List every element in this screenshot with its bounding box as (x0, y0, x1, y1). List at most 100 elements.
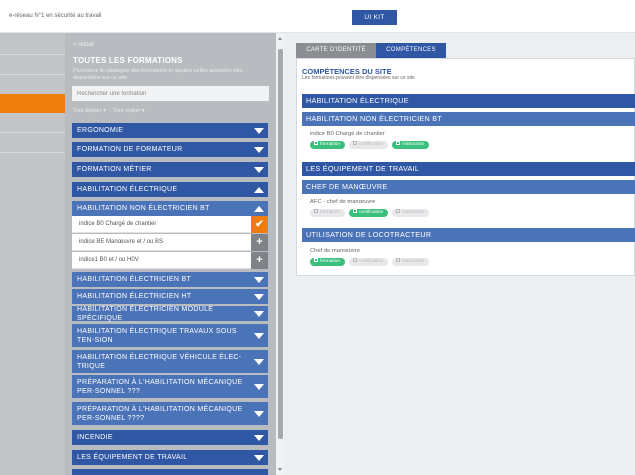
check-icon[interactable]: ✔ (251, 216, 268, 233)
scroll-thumb[interactable] (278, 49, 283, 439)
subcategory-preparation-mecanique-1[interactable]: PRÉPARATION À L'HABILITATION MÉCANIQUE P… (72, 375, 268, 398)
badge-instruction[interactable]: instruction (392, 209, 430, 217)
plus-icon[interactable]: + (251, 234, 268, 251)
category-incendie[interactable]: INCENDIE (72, 430, 268, 445)
chevron-up-icon (254, 205, 264, 212)
badge-label: certification (359, 259, 384, 264)
badge-group: formation certification instruction (310, 141, 433, 149)
badge-label: certification (359, 210, 384, 215)
badge-formation[interactable]: formation (310, 209, 345, 217)
category-label: HABILITATION ÉLECTRIQUE (77, 186, 178, 193)
category-ergonomie[interactable]: ERGONOMIE (72, 123, 268, 138)
badge-certification[interactable]: certification (349, 258, 389, 266)
chevron-down-icon (254, 276, 264, 283)
competence-name: AFC - chef de manœuvre (310, 199, 376, 205)
expand-all-link[interactable]: Tout déplier ▾ (73, 108, 106, 114)
section-subheader: UTILISATION DE LOCOTRACTEUR (302, 228, 635, 242)
tab-carte-identite[interactable]: CARTE D'IDENTITÉ (296, 43, 376, 58)
collapse-all-link[interactable]: Tout replier ▾ (113, 108, 145, 114)
badge-group: formation certification instruction (310, 258, 433, 266)
subcategory-module-specifique[interactable]: HABILITATION ÉLECTRICIEN MODULE SPÉCIFIQ… (72, 305, 268, 322)
chevron-down-icon (254, 434, 264, 441)
badge-label: certification (359, 142, 384, 147)
nav-item-active[interactable] (0, 94, 65, 113)
checkbox-icon (353, 141, 357, 146)
subcategory-electricien-bt[interactable]: HABILITATION ÉLECTRICIEN BT (72, 272, 268, 287)
section-subheader: CHEF DE MANŒUVRE (302, 180, 635, 194)
badge-formation[interactable]: formation (310, 141, 345, 149)
category-label: HABILITATION ÉLECTRIQUE TRAVAUX SOUS TEN… (77, 327, 237, 344)
catalog-title: TOUTES LES FORMATIONS (73, 56, 183, 65)
category-label: HABILITATION ÉLECTRICIEN MODULE SPÉCIFIQ… (77, 305, 214, 322)
badge-instruction[interactable]: instruction (392, 258, 430, 266)
section-header: HABILITATION ÉLECTRIQUE (302, 94, 635, 108)
competence-name: Chef de manœuvre (310, 248, 360, 254)
sort-links: Tout déplier ▾ Tout replier ▾ (73, 108, 151, 114)
checkbox-icon (314, 209, 318, 214)
nav-divider (0, 74, 65, 75)
scroll-up-icon[interactable] (278, 37, 282, 40)
chevron-down-icon (254, 293, 264, 300)
checkbox-icon (314, 141, 318, 146)
subcategory-electricien-ht[interactable]: HABILITATION ÉLECTRICIEN HT (72, 289, 268, 304)
ui-kit-button[interactable]: UI KIT (352, 10, 397, 25)
formation-label: indice1 B0 et / ou H0V (79, 257, 139, 263)
badge-formation[interactable]: formation (310, 258, 345, 266)
badge-label: instruction (402, 259, 425, 264)
tab-competences[interactable]: COMPÉTENCES (376, 43, 446, 58)
checkbox-icon (396, 141, 401, 146)
category-label: FORMATION MÉTIER (77, 166, 152, 173)
back-link[interactable]: < retour (73, 42, 94, 48)
checkbox-icon (353, 209, 357, 214)
subcategory-preparation-mecanique-2[interactable]: PRÉPARATION À L'HABILITATION MÉCANIQUE P… (72, 402, 268, 425)
formation-item[interactable]: indice BE Manœuvre et / ou BS + (72, 234, 268, 251)
category-label: INCENDIE (77, 434, 113, 441)
badge-label: formation (320, 210, 340, 215)
category-habilitation-electrique[interactable]: HABILITATION ÉLECTRIQUE (72, 182, 268, 197)
tagline: e-réseau N°1 en sécurité au travail (9, 13, 102, 19)
chevron-up-icon (254, 186, 264, 193)
category-formation-metier[interactable]: FORMATION MÉTIER (72, 162, 268, 177)
top-bar: e-réseau N°1 en sécurité au travail UI K… (0, 0, 635, 33)
competence-name: indice B0 Chargé de chantier (310, 131, 385, 137)
category-label: LES ÉQUIPEMENT DE TRAVAIL (77, 454, 188, 461)
scrollbar[interactable] (276, 33, 285, 475)
section-header: LES ÉQUIPEMENT DE TRAVAIL (302, 162, 635, 176)
chevron-down-icon (254, 127, 264, 134)
checkbox-icon (396, 258, 401, 263)
checkbox-icon (353, 258, 357, 263)
badge-certification[interactable]: certification (349, 141, 389, 149)
plus-icon[interactable]: + (251, 252, 268, 269)
category-equipement-travail[interactable]: LES ÉQUIPEMENT DE TRAVAIL (72, 450, 268, 465)
chevron-down-icon (254, 358, 264, 365)
checkbox-icon (396, 209, 401, 214)
left-nav (0, 33, 65, 475)
badge-instruction[interactable]: instruction (392, 141, 430, 149)
formation-item[interactable]: indice B0 Chargé de chantier ✔ (72, 216, 268, 233)
tab-bar: CARTE D'IDENTITÉ COMPÉTENCES (296, 43, 446, 58)
chevron-down-icon (254, 146, 264, 153)
subcategory-vehicule-electrique[interactable]: HABILITATION ÉLECTRIQUE VÉHICULE ÉLEC-TR… (72, 350, 268, 373)
chevron-down-icon (254, 332, 264, 339)
subcategory-non-electricien-bt[interactable]: HABILITATION NON ÉLECTRICIEN BT (72, 201, 268, 216)
catalog-panel: < retour TOUTES LES FORMATIONS Parcourez… (65, 33, 276, 475)
chevron-down-icon (254, 410, 264, 417)
scroll-down-icon[interactable] (278, 468, 282, 471)
formation-item[interactable]: indice1 B0 et / ou H0V + (72, 252, 268, 269)
category-formation-formateur[interactable]: FORMATION DE FORMATEUR (72, 142, 268, 157)
category-label: PRÉPARATION À L'HABILITATION MÉCANIQUE P… (77, 405, 243, 422)
category-next[interactable] (72, 469, 268, 475)
search-input[interactable] (72, 86, 269, 101)
category-label: HABILITATION ÉLECTRICIEN BT (77, 276, 192, 283)
category-label: ERGONOMIE (77, 127, 124, 134)
formation-label: indice B0 Chargé de chantier (79, 221, 157, 227)
category-label: FORMATION DE FORMATEUR (77, 146, 183, 153)
chevron-down-icon (254, 310, 264, 317)
competences-subtitle: Les formations pouvant être dispensées s… (302, 75, 415, 81)
badge-label: instruction (402, 142, 425, 147)
badge-label: instruction (402, 210, 425, 215)
subcategory-travaux-sous-tension[interactable]: HABILITATION ÉLECTRIQUE TRAVAUX SOUS TEN… (72, 324, 268, 347)
badge-label: formation (320, 142, 340, 147)
badge-certification[interactable]: certification (349, 209, 389, 217)
nav-divider (0, 54, 65, 55)
